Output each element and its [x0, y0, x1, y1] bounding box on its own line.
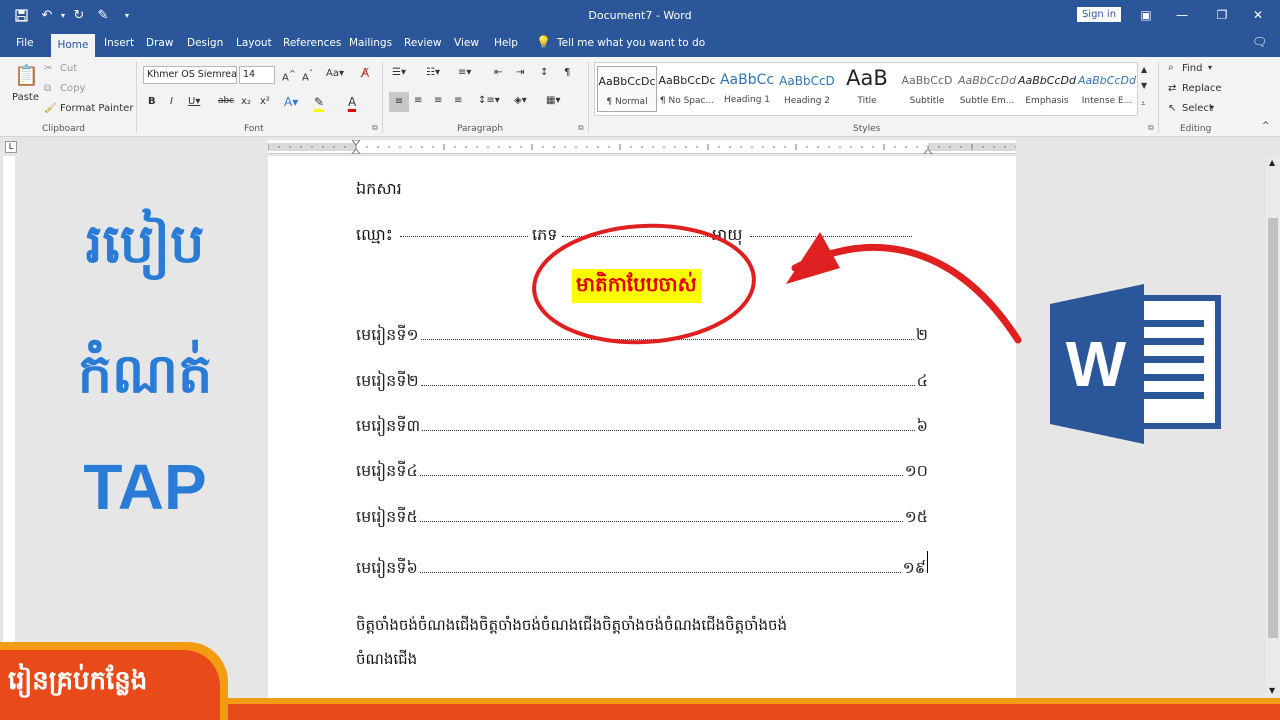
banner-text: រៀនគ្រប់កន្លែង: [8, 666, 148, 696]
footer-stripe-inner: [228, 704, 1280, 720]
word-logo-icon: W: [1050, 284, 1221, 444]
overlay-title-line-3: TAP: [83, 451, 207, 523]
svg-text:W: W: [1066, 328, 1127, 400]
overlay-title-line-2: កំណត់: [77, 342, 213, 405]
red-circle-annotation: [532, 223, 756, 345]
red-arrowhead-annotation: [786, 232, 840, 284]
overlay-title-line-1: របៀប: [85, 212, 205, 275]
